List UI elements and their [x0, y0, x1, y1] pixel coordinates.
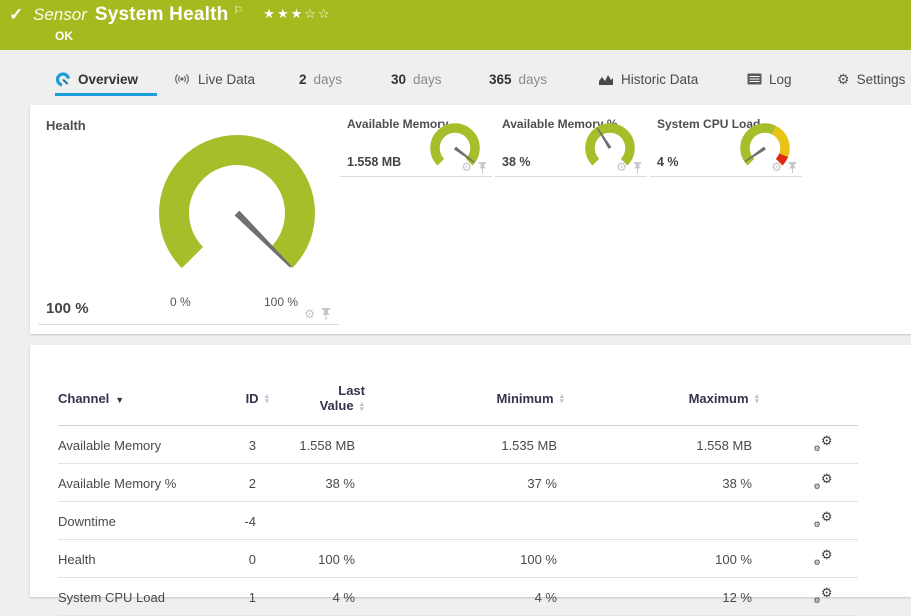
- channel-last-value: 38 %: [270, 464, 365, 502]
- stars-filled[interactable]: ★★★: [263, 6, 304, 21]
- channel-settings-icon[interactable]: ⚙⚙: [814, 473, 833, 490]
- sort-icon: ▲▼: [264, 394, 270, 404]
- tab-2-days[interactable]: 2 days: [299, 62, 342, 96]
- gauge-settings-gear-icon[interactable]: ⚙: [616, 161, 627, 173]
- gauge-value: 1.558 MB: [347, 155, 401, 169]
- channel-name[interactable]: Downtime: [58, 502, 238, 540]
- gauge-value: 100 %: [46, 300, 89, 317]
- channel-maximum: 1.558 MB: [565, 426, 760, 464]
- log-list-icon: [747, 73, 762, 85]
- stars-empty[interactable]: ☆☆: [304, 6, 331, 21]
- pin-icon[interactable]: [633, 162, 642, 173]
- gauge-value: 4 %: [657, 155, 679, 169]
- table-row: Health 0 100 % 100 % 100 % ⚙⚙: [58, 540, 858, 578]
- tab-overview[interactable]: Overview: [55, 62, 157, 96]
- gauge-scale-max: 100 %: [264, 295, 298, 309]
- gauge-icon: [55, 71, 71, 87]
- gauges-panel: Health 0 % 100 % 100 % ⚙ Available Memor…: [30, 105, 911, 334]
- area-chart-icon: [598, 73, 614, 86]
- gear-icon: ⚙: [837, 72, 850, 86]
- broadcast-icon: [173, 72, 191, 86]
- sensor-header: ✓ Sensor System Health ⚐ ★★★☆☆ OK: [0, 0, 911, 50]
- tab-live-data[interactable]: Live Data: [173, 62, 255, 96]
- sensor-title: System Health: [95, 4, 229, 25]
- health-gauge-panel[interactable]: Health 0 % 100 % 100 % ⚙: [38, 111, 339, 325]
- tab-historic-data[interactable]: Historic Data: [598, 62, 698, 96]
- available-memory-gauge-panel[interactable]: Available Memory 1.558 MB ⚙: [340, 111, 492, 177]
- gauge-title: Health: [46, 118, 86, 133]
- available-memory-pct-gauge-panel[interactable]: Available Memory % 38 % ⚙: [495, 111, 647, 177]
- channel-settings-icon[interactable]: ⚙⚙: [814, 549, 833, 566]
- tab-log[interactable]: Log: [747, 62, 792, 96]
- gauge-settings-gear-icon[interactable]: ⚙: [771, 161, 782, 173]
- sort-icon: ▲▼: [754, 394, 760, 404]
- active-tab-underline: [55, 93, 157, 96]
- channel-minimum: 37 %: [365, 464, 565, 502]
- pin-icon[interactable]: [788, 162, 797, 173]
- gauge-settings-gear-icon[interactable]: ⚙: [304, 308, 315, 320]
- channel-id: 0: [238, 540, 270, 578]
- channel-maximum: 100 %: [565, 540, 760, 578]
- sort-icon: ▲▼: [359, 402, 365, 412]
- health-gauge: [152, 128, 322, 298]
- tab-30-days[interactable]: 30 days: [391, 62, 442, 96]
- gauge-value: 38 %: [502, 155, 531, 169]
- channel-minimum: 100 %: [365, 540, 565, 578]
- column-header-last-value[interactable]: Last Value▲▼: [270, 383, 365, 426]
- channel-last-value: 1.558 MB: [270, 426, 365, 464]
- tab-settings[interactable]: ⚙ Settings: [837, 62, 905, 96]
- gauge-settings-gear-icon[interactable]: ⚙: [461, 161, 472, 173]
- column-header-maximum[interactable]: Maximum▲▼: [565, 383, 760, 426]
- table-row: Available Memory 3 1.558 MB 1.535 MB 1.5…: [58, 426, 858, 464]
- channel-last-value: [270, 502, 365, 540]
- channel-id: 3: [238, 426, 270, 464]
- table-row: Downtime -4 ⚙⚙: [58, 502, 858, 540]
- column-header-id[interactable]: ID▲▼: [238, 383, 270, 426]
- table-row: Available Memory % 2 38 % 37 % 38 % ⚙⚙: [58, 464, 858, 502]
- tab-365-days[interactable]: 365 days: [489, 62, 547, 96]
- channel-minimum: 1.535 MB: [365, 426, 565, 464]
- column-header-channel[interactable]: Channel▼: [58, 383, 238, 426]
- channel-settings-icon[interactable]: ⚙⚙: [814, 435, 833, 452]
- channels-panel: Channel▼ ID▲▼ Last Value▲▼ Minimum▲▼ Max…: [30, 345, 911, 597]
- object-kind-label: Sensor: [33, 5, 87, 24]
- system-cpu-load-gauge-panel[interactable]: System CPU Load 4 % ⚙: [650, 111, 802, 177]
- pin-icon[interactable]: [321, 308, 331, 320]
- pin-icon[interactable]: [478, 162, 487, 173]
- column-header-actions: [760, 383, 858, 426]
- flag-icon[interactable]: ⚐: [233, 4, 243, 17]
- sensor-status-badge: OK: [55, 29, 73, 43]
- channel-name[interactable]: Available Memory %: [58, 464, 238, 502]
- channel-last-value: 100 %: [270, 540, 365, 578]
- sort-icon: ▲▼: [559, 394, 565, 404]
- priority-stars[interactable]: ★★★☆☆: [263, 6, 331, 21]
- channel-id: 2: [238, 464, 270, 502]
- channel-settings-icon[interactable]: ⚙⚙: [814, 587, 833, 604]
- status-ok-check-icon: ✓: [9, 5, 23, 25]
- channel-maximum: [565, 502, 760, 540]
- channel-name[interactable]: Available Memory: [58, 426, 238, 464]
- channels-table: Channel▼ ID▲▼ Last Value▲▼ Minimum▲▼ Max…: [58, 383, 858, 616]
- channel-minimum: [365, 502, 565, 540]
- gauge-scale-min: 0 %: [170, 295, 191, 309]
- channel-id: -4: [238, 502, 270, 540]
- sort-caret-icon: ▼: [115, 395, 124, 405]
- channel-settings-icon[interactable]: ⚙⚙: [814, 511, 833, 528]
- column-header-minimum[interactable]: Minimum▲▼: [365, 383, 565, 426]
- channel-maximum: 38 %: [565, 464, 760, 502]
- channel-name[interactable]: Health: [58, 540, 238, 578]
